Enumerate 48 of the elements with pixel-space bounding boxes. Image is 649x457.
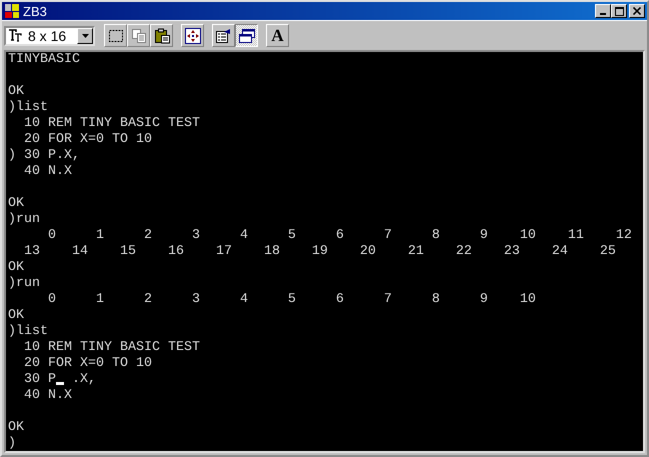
properties-icon — [214, 28, 232, 44]
terminal-line: 10 REM TINY BASIC TEST — [22, 116, 200, 132]
window-icon — [238, 28, 256, 44]
terminal-line: OK — [8, 308, 24, 324]
terminal-line: )list — [8, 100, 48, 116]
terminal-line: )run — [8, 276, 40, 292]
terminal-line: OK — [8, 260, 24, 276]
terminal-line: )run — [8, 212, 40, 228]
font-icon — [8, 29, 22, 42]
close-button[interactable] — [629, 4, 645, 18]
font-button[interactable]: A — [266, 24, 289, 47]
selection-icon — [108, 28, 124, 44]
copy-button[interactable] — [127, 24, 150, 47]
terminal-line: .X, — [70, 372, 96, 388]
select-button[interactable] — [104, 24, 127, 47]
terminal-line: 13 14 15 16 17 18 19 20 21 22 23 24 25 — [22, 244, 616, 260]
terminal-line: ) — [8, 436, 16, 451]
dropdown-button[interactable] — [77, 28, 93, 44]
caret-icon — [82, 34, 88, 38]
window-title: ZB3 — [23, 4, 48, 18]
window-button[interactable] — [235, 24, 258, 47]
terminal-line: 0 1 2 3 4 5 6 7 8 9 10 11 12 — [46, 228, 632, 244]
app-icon — [4, 3, 20, 19]
terminal-line: 40 N.X — [22, 164, 72, 180]
terminal-line: TINYBASIC — [8, 52, 80, 68]
clipboard-icon — [154, 28, 170, 44]
terminal-line: 30 P — [22, 372, 56, 388]
terminal-line: OK — [8, 420, 24, 436]
paste-button[interactable] — [150, 24, 173, 47]
terminal-line: OK — [8, 196, 24, 212]
font-size-value: 8 x 16 — [27, 28, 68, 44]
maximize-button[interactable] — [611, 4, 627, 18]
properties-button[interactable] — [212, 24, 235, 47]
copy-icon — [130, 28, 146, 44]
maximize-icon — [614, 6, 624, 16]
terminal-line: 40 N.X — [22, 388, 72, 404]
font-size-dropdown[interactable]: 8 x 16 — [4, 26, 95, 46]
terminal-line: 20 FOR X=0 TO 10 — [22, 132, 152, 148]
move-button[interactable] — [181, 24, 204, 47]
terminal-line: 10 REM TINY BASIC TEST — [22, 340, 200, 356]
terminal-line: 0 1 2 3 4 5 6 7 8 9 10 — [46, 292, 536, 308]
terminal-line: ) 30 P.X, — [8, 148, 80, 164]
terminal-line: OK — [8, 84, 24, 100]
close-icon — [633, 7, 641, 15]
terminal-line: )list — [8, 324, 48, 340]
terminal-line: 20 FOR X=0 TO 10 — [22, 356, 152, 372]
move-arrows-icon — [184, 28, 200, 44]
minimize-button[interactable] — [595, 4, 611, 18]
